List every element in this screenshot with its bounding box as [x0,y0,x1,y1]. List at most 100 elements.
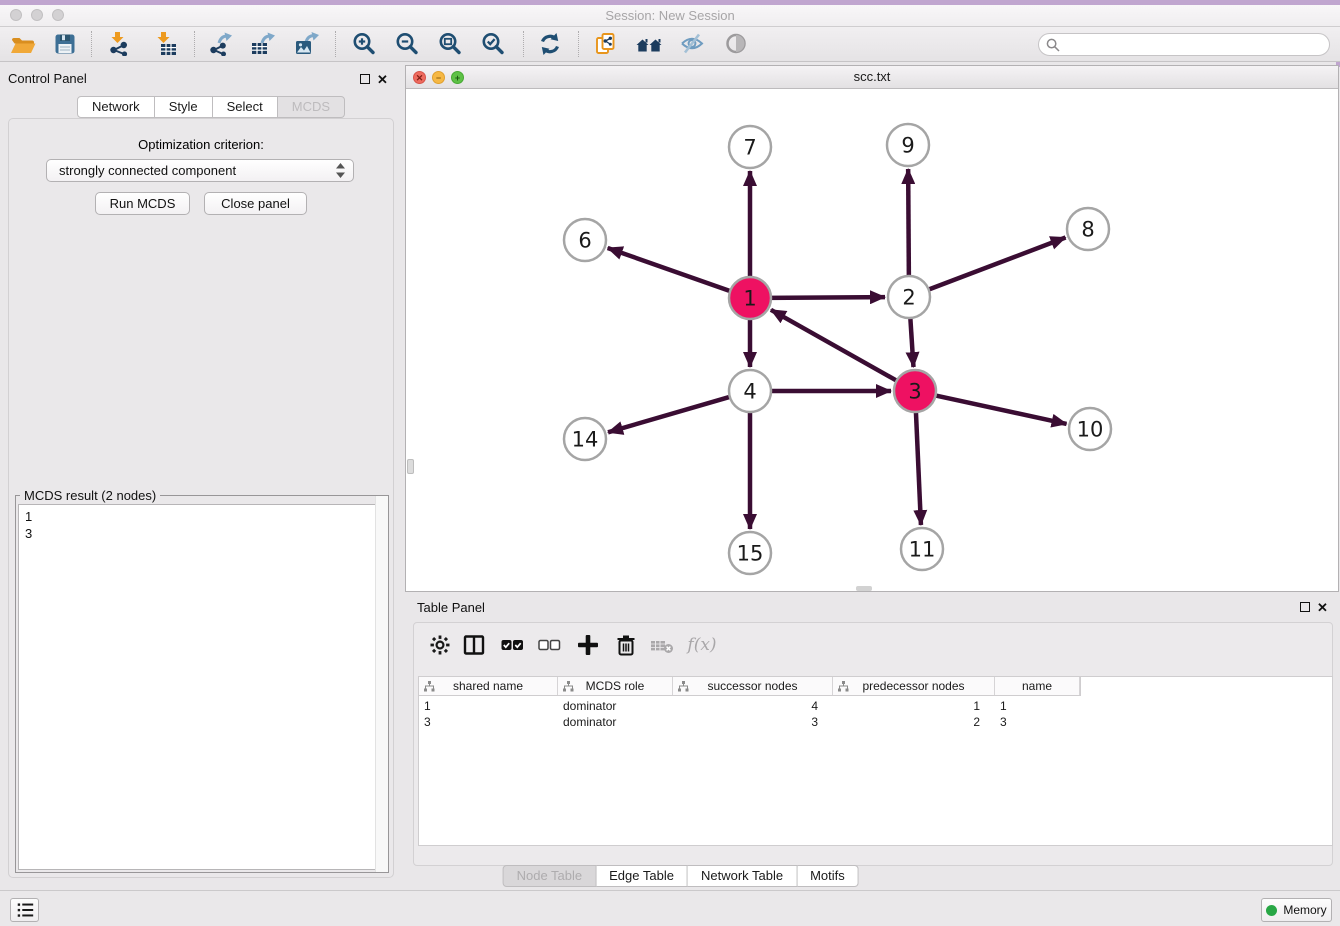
control-panel-title: Control Panel [8,71,87,86]
tab-style[interactable]: Style [155,96,213,118]
table-header-row: shared nameMCDS rolesuccessor nodesprede… [418,676,1081,696]
delete-columns-trash-icon[interactable] [613,632,639,658]
tab-network[interactable]: Network [77,96,155,118]
node-label-14: 14 [572,427,599,451]
zoom-in-icon[interactable] [350,30,378,58]
search-input[interactable] [1065,38,1329,52]
hide-graphics-details-icon[interactable] [678,30,706,58]
unselect-all-columns-icon[interactable] [536,632,562,658]
toolbar-separator [578,31,579,57]
main-toolbar [0,27,1340,62]
cell[interactable]: 4 [672,698,832,714]
cell[interactable]: dominator [557,714,672,730]
cell[interactable]: 1 [994,698,1079,714]
tab-node-table[interactable]: Node Table [503,865,597,887]
app-title: Session: New Session [0,5,1340,26]
export-network-icon[interactable] [206,30,234,58]
window-minimize-button[interactable] [31,9,43,21]
edge-3-1[interactable] [771,310,899,382]
tab-mcds[interactable]: MCDS [278,96,345,118]
window-zoom-button[interactable] [52,9,64,21]
memory-button[interactable]: Memory [1261,898,1332,922]
control-panel-float-icon[interactable] [360,74,370,84]
refresh-layout-icon[interactable] [536,30,564,58]
network-window-titlebar: ✕ − + scc.txt [406,66,1338,89]
cell[interactable]: 1 [418,698,557,714]
column-header-name[interactable]: name [995,677,1080,695]
home-icon[interactable] [635,30,663,58]
column-header-successor-nodes[interactable]: successor nodes [673,677,833,695]
cell[interactable]: 3 [418,714,557,730]
mcds-app-icon[interactable] [592,30,620,58]
cell[interactable]: 2 [832,714,994,730]
zoom-fit-icon[interactable] [436,30,464,58]
tab-network-table[interactable]: Network Table [688,865,797,887]
cell[interactable]: dominator [557,698,672,714]
export-table-icon[interactable] [248,30,276,58]
mcds-result-text[interactable]: 1 3 [18,504,386,870]
edge-3-10[interactable] [934,395,1067,424]
import-network-icon[interactable] [105,30,133,58]
column-header-shared-name[interactable]: shared name [419,677,558,695]
zoom-out-icon[interactable] [393,30,421,58]
edge-1-2[interactable] [769,297,885,298]
network-vscroll-thumb[interactable] [407,459,414,474]
node-label-4: 4 [743,379,756,403]
search-icon [1046,38,1060,52]
edge-2-8[interactable] [927,238,1066,291]
task-history-button[interactable] [10,898,39,922]
table-tabs: Node TableEdge TableNetwork TableMotifs [503,865,859,887]
tab-select[interactable]: Select [213,96,278,118]
mcds-result-scrollbar[interactable] [375,496,388,872]
edge-4-14[interactable] [608,396,732,432]
network-canvas[interactable]: 7968124314101511 [406,89,1338,592]
table-row[interactable]: 3dominator323 [418,714,1079,730]
table-settings-gear-icon[interactable] [427,632,453,658]
column-header-predecessor-nodes[interactable]: predecessor nodes [833,677,995,695]
node-label-15: 15 [737,541,764,565]
column-header-mcds-role[interactable]: MCDS role [558,677,673,695]
network-view-window: ✕ − + scc.txt 7968124314101511 [405,65,1339,592]
criterion-dropdown-value: strongly connected component [59,163,336,178]
zoom-selected-icon[interactable] [479,30,507,58]
control-panel-close-icon[interactable]: ✕ [377,74,388,85]
node-label-7: 7 [743,135,756,159]
memory-button-label: Memory [1283,903,1326,917]
window-close-button[interactable] [10,9,22,21]
cell[interactable]: 1 [832,698,994,714]
network-close-button[interactable]: ✕ [413,71,426,84]
edge-2-9[interactable] [908,169,909,278]
node-table-panel: f(x) shared nameMCDS rolesuccessor nodes… [413,622,1333,866]
edge-1-6[interactable] [608,248,732,292]
network-zoom-button[interactable]: + [451,71,464,84]
cell[interactable]: 3 [994,714,1079,730]
network-hscroll-thumb[interactable] [856,586,872,591]
tab-motifs[interactable]: Motifs [797,865,859,887]
run-mcds-button[interactable]: Run MCDS [95,192,190,215]
table-row[interactable]: 1dominator411 [418,698,1079,714]
edge-3-11[interactable] [916,410,921,525]
toggle-column-panel-icon[interactable] [461,632,487,658]
select-all-columns-icon[interactable] [499,632,525,658]
edge-2-3[interactable] [910,316,913,367]
toolbar-separator [335,31,336,57]
node-label-9: 9 [901,133,914,157]
status-bar: Memory [0,890,1340,926]
cell[interactable]: 3 [672,714,832,730]
export-image-icon[interactable] [292,30,320,58]
network-window-title: scc.txt [406,66,1338,88]
save-session-icon[interactable] [51,30,79,58]
criterion-dropdown[interactable]: strongly connected component [46,159,354,182]
memory-status-icon [1266,905,1277,916]
birdseye-view-icon[interactable] [722,30,750,58]
import-table-icon[interactable] [152,30,180,58]
tab-edge-table[interactable]: Edge Table [596,865,688,887]
create-column-icon[interactable] [575,632,601,658]
table-panel-close-icon[interactable]: ✕ [1317,602,1328,613]
optimization-criterion-label: Optimization criterion: [9,137,393,152]
network-minimize-button[interactable]: − [432,71,445,84]
table-panel-float-icon[interactable] [1300,602,1310,612]
dropdown-stepper-icon [336,163,345,178]
close-panel-button[interactable]: Close panel [204,192,307,215]
open-session-icon[interactable] [9,30,37,58]
